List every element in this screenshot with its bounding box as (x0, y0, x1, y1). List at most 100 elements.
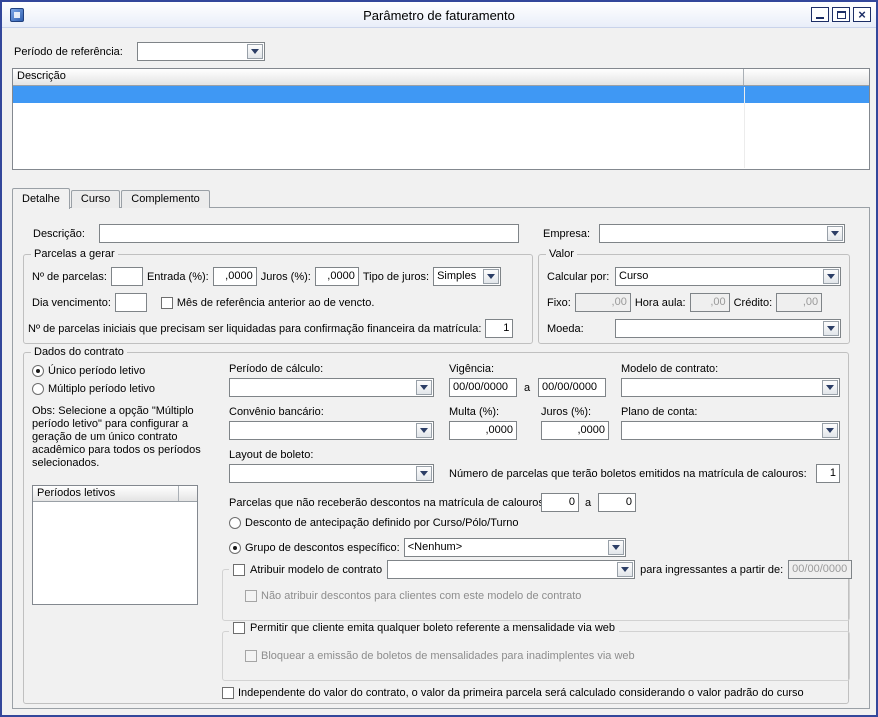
parcelas-sem-desconto-inicio-input[interactable]: 0 (541, 493, 579, 512)
grid-column-divider (744, 87, 745, 168)
vigencia-inicio-input[interactable]: 00/00/0000 (449, 378, 517, 397)
chevron-down-icon[interactable] (483, 269, 499, 284)
empresa-label: Empresa: (543, 228, 590, 240)
dia-vencimento-input[interactable] (115, 293, 147, 312)
desconto-antecipacao-label[interactable]: Desconto de antecipação definido por Cur… (245, 517, 519, 529)
nao-atribuir-descontos-checkbox (245, 590, 257, 602)
permitir-boleto-web-checkbox[interactable] (233, 622, 245, 634)
juros-label: Juros (%): (261, 271, 311, 283)
tab-panel-detalhe: Descrição: Empresa: Parcelas a gerar Nº … (12, 207, 870, 709)
parcelas-iniciais-input[interactable]: 1 (485, 319, 513, 338)
chevron-down-icon[interactable] (247, 44, 263, 59)
valor-row-1: Calcular por: Curso (547, 267, 841, 286)
tipo-juros-select[interactable]: Simples (433, 267, 501, 286)
descricao-label: Descrição: (33, 228, 85, 240)
credito-label: Crédito: (734, 297, 773, 309)
chevron-down-icon[interactable] (822, 380, 838, 395)
modelo-contrato-value (622, 379, 821, 396)
chevron-down-icon[interactable] (822, 423, 838, 438)
descricao-input[interactable] (99, 224, 519, 243)
maximize-button[interactable] (832, 7, 850, 22)
juros-contrato-input[interactable]: ,0000 (541, 421, 609, 440)
multiplo-periodo-label[interactable]: Múltiplo período letivo (48, 383, 155, 395)
chevron-down-icon[interactable] (608, 540, 624, 555)
modelo-contrato-select[interactable] (621, 378, 840, 397)
atribuir-modelo-legend: Atribuir modelo de contrato para ingress… (229, 560, 856, 579)
grupo-descontos-label[interactable]: Grupo de descontos específico: (245, 542, 400, 554)
vigencia-fim-input[interactable]: 00/00/0000 (538, 378, 606, 397)
grid-column-descricao[interactable]: Descrição (13, 69, 744, 85)
hora-aula-label: Hora aula: (635, 297, 686, 309)
plano-conta-value (622, 422, 821, 439)
empresa-select[interactable] (599, 224, 845, 243)
periodos-letivos-list[interactable]: Períodos letivos (32, 485, 198, 605)
chevron-down-icon[interactable] (416, 380, 432, 395)
close-button[interactable] (853, 7, 871, 22)
close-icon (858, 8, 866, 21)
entrada-input[interactable]: ,0000 (213, 267, 257, 286)
moeda-select[interactable] (615, 319, 841, 338)
vigencia-label: Vigência: (449, 363, 494, 375)
independente-valor-checkbox[interactable] (222, 687, 234, 699)
atribuir-modelo-checkbox[interactable] (233, 564, 245, 576)
independente-valor-row: Independente do valor do contrato, o val… (222, 687, 804, 699)
mes-referencia-checkbox[interactable] (161, 297, 173, 309)
minimize-button[interactable] (811, 7, 829, 22)
permitir-boleto-legend: Permitir que cliente emita qualquer bole… (229, 622, 619, 634)
layout-boleto-select[interactable] (229, 464, 434, 483)
tab-curso[interactable]: Curso (71, 190, 120, 208)
multiplo-periodo-radio[interactable] (32, 383, 44, 395)
hora-aula-input: ,00 (690, 293, 730, 312)
chevron-down-icon[interactable] (617, 562, 633, 577)
window-title: Parâmetro de faturamento (2, 8, 876, 23)
resultados-grid[interactable]: Descrição (12, 68, 870, 170)
permitir-boleto-web-label[interactable]: Permitir que cliente emita qualquer bole… (250, 622, 615, 634)
juros-input[interactable]: ,0000 (315, 267, 359, 286)
plano-conta-select[interactable] (621, 421, 840, 440)
periodo-referencia-select[interactable] (137, 42, 265, 61)
independente-valor-label[interactable]: Independente do valor do contrato, o val… (238, 687, 804, 699)
plano-conta-label: Plano de conta: (621, 406, 697, 418)
grid-selected-row[interactable] (13, 86, 869, 103)
tab-detalhe[interactable]: Detalhe (12, 188, 70, 209)
group-valor: Valor Calcular por: Curso Fixo: ,00 Hora… (538, 254, 850, 344)
modelo-contrato-label: Modelo de contrato: (621, 363, 718, 375)
atribuir-modelo-select[interactable] (387, 560, 635, 579)
moeda-value (616, 320, 822, 337)
parcelas-row-3: Nº de parcelas iniciais que precisam ser… (28, 319, 513, 338)
convenio-bancario-select[interactable] (229, 421, 434, 440)
chevron-down-icon[interactable] (823, 269, 839, 284)
num-parcelas-input[interactable] (111, 267, 143, 286)
calcular-por-select[interactable]: Curso (615, 267, 841, 286)
tab-complemento[interactable]: Complemento (121, 190, 209, 208)
ingressantes-data-input: 00/00/0000 (788, 560, 852, 579)
grupo-descontos-select[interactable]: <Nenhum> (404, 538, 626, 557)
num-boletos-calouros-input[interactable]: 1 (816, 464, 840, 483)
atribuir-modelo-label[interactable]: Atribuir modelo de contrato (250, 564, 382, 576)
parcelas-sem-desconto-fim-input[interactable]: 0 (598, 493, 636, 512)
unico-periodo-row: Único período letivo (32, 365, 145, 377)
credito-input: ,00 (776, 293, 822, 312)
periodo-calculo-select[interactable] (229, 378, 434, 397)
nao-atribuir-descontos-label: Não atribuir descontos para clientes com… (261, 590, 581, 602)
nao-atribuir-row: Não atribuir descontos para clientes com… (245, 590, 581, 602)
parcelas-iniciais-label: Nº de parcelas iniciais que precisam ser… (28, 323, 481, 335)
multa-input[interactable]: ,0000 (449, 421, 517, 440)
grid-column-extra[interactable] (744, 69, 869, 85)
chevron-down-icon[interactable] (827, 226, 843, 241)
unico-periodo-radio[interactable] (32, 365, 44, 377)
chevron-down-icon[interactable] (416, 466, 432, 481)
parcelas-sem-desconto-label: Parcelas que não receberão descontos na … (229, 497, 547, 509)
chevron-down-icon[interactable] (416, 423, 432, 438)
fixo-input: ,00 (575, 293, 631, 312)
mes-referencia-label[interactable]: Mês de referência anterior ao de vencto. (177, 297, 375, 309)
grid-header: Descrição (13, 69, 869, 86)
num-boletos-label: Número de parcelas que terão boletos emi… (449, 468, 807, 480)
minimize-icon (816, 17, 824, 19)
bloquear-emissao-row: Bloquear a emissão de boletos de mensali… (245, 650, 635, 662)
unico-periodo-label[interactable]: Único período letivo (48, 365, 145, 377)
desconto-antecipacao-radio[interactable] (229, 517, 241, 529)
chevron-down-icon[interactable] (823, 321, 839, 336)
grupo-descontos-radio[interactable] (229, 542, 241, 554)
bloquear-emissao-checkbox (245, 650, 257, 662)
